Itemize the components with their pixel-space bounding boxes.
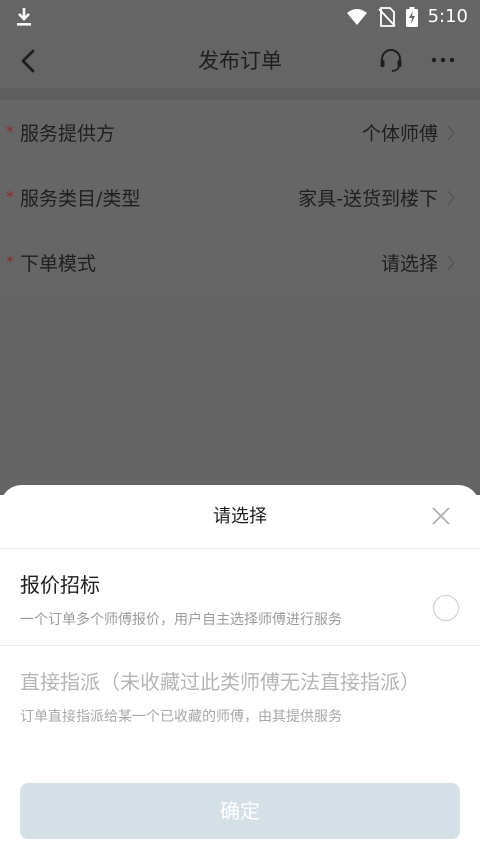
chevron-right-icon — [447, 255, 456, 271]
field-value: 请选择 — [380, 253, 438, 275]
field-value: 个体师傅 — [361, 123, 438, 145]
field-value: 家具-送货到楼下 — [298, 188, 438, 210]
option-desc: 一个订单多个师傅报价，用户自主选择师傅进行服务 — [20, 612, 342, 628]
option-title: 报价招标 — [20, 573, 100, 597]
status-bar: 5:10 — [0, 0, 480, 34]
section-gap — [0, 88, 480, 100]
dim-overlay[interactable] — [0, 295, 480, 495]
option-title: 直接指派（未收藏过此类师傅无法直接指派） — [20, 670, 420, 694]
more-icon[interactable] — [428, 47, 458, 73]
field-label: 服务类目/类型 — [20, 188, 141, 210]
page-title: 发布订单 — [198, 49, 282, 73]
download-icon — [17, 8, 31, 26]
chevron-right-icon — [447, 125, 456, 141]
confirm-button[interactable]: 确定 — [20, 783, 460, 839]
divider — [0, 548, 480, 549]
wifi-icon — [346, 9, 367, 25]
order-form: * 服务提供方 个体师傅 * 服务类目/类型 家具-送货到楼下 * 下单模式 请… — [0, 100, 480, 295]
radio-button[interactable] — [433, 595, 459, 621]
divider — [0, 645, 480, 646]
top-nav-bar: 发布订单 — [0, 34, 480, 88]
form-row-order-mode[interactable]: * 下单模式 请选择 — [0, 230, 480, 295]
required-marker: * — [6, 187, 14, 206]
no-sim-icon — [377, 7, 396, 27]
close-icon[interactable] — [432, 507, 450, 525]
required-marker: * — [6, 252, 14, 271]
form-row-category[interactable]: * 服务类目/类型 家具-送货到楼下 — [0, 165, 480, 230]
sheet-title: 请选择 — [213, 506, 267, 527]
form-row-provider[interactable]: * 服务提供方 个体师傅 — [0, 100, 480, 165]
required-marker: * — [6, 122, 14, 141]
headset-icon[interactable] — [378, 47, 404, 73]
battery-charging-icon — [405, 7, 418, 27]
field-label: 服务提供方 — [20, 123, 116, 145]
bottom-sheet: 请选择 报价招标 一个订单多个师傅报价，用户自主选择师傅进行服务 直接指派（未收… — [0, 485, 480, 853]
option-desc: 订单直接指派给某一个已收藏的师傅，由其提供服务 — [20, 709, 342, 725]
field-label: 下单模式 — [20, 253, 97, 275]
chevron-right-icon — [447, 190, 456, 206]
status-time: 5:10 — [427, 6, 468, 27]
